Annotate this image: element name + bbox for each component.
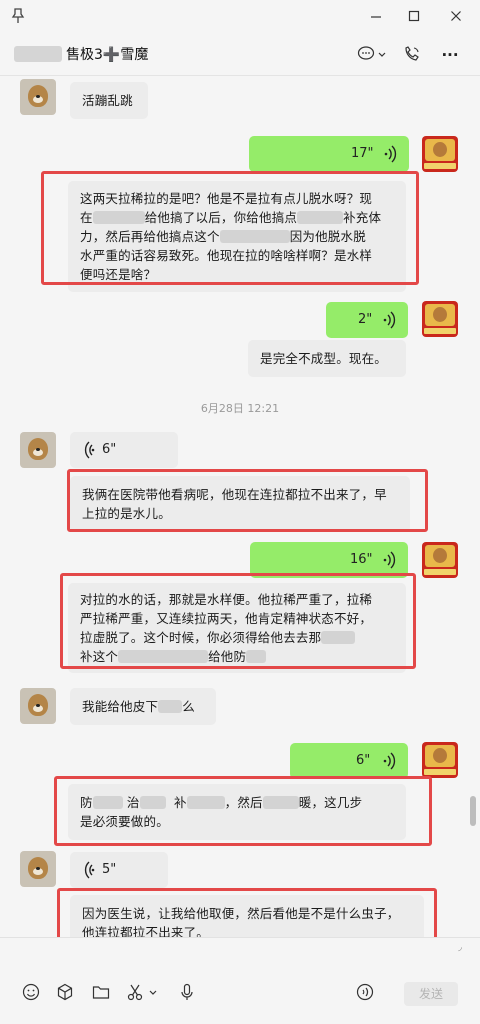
text-part: 暖，这几步: [298, 795, 363, 810]
voice-duration: 17": [351, 146, 374, 161]
message-bubble[interactable]: 防 治 补 ，然后 暖，这几步 是必须要做的。: [68, 784, 406, 840]
blurred-contact-name: [14, 46, 62, 62]
blurred-text: [158, 700, 183, 713]
text-line: 水严重的话容易致死。他现在拉的啥啥样啊？是水样: [80, 248, 373, 263]
voice-message[interactable]: 16": [250, 542, 408, 578]
send-button[interactable]: 发送: [404, 982, 458, 1006]
timestamp: 6月28日 12:21: [200, 402, 280, 415]
blurred-text: [139, 796, 166, 809]
text-line: 力，然后再给他搞点这个: [80, 229, 220, 244]
blurred-text: [92, 796, 123, 809]
message-text: 对拉的水的话，那就是水样便。他拉稀严重了，拉稀 严拉稀严重，又连续拉两天，他肯定…: [68, 583, 406, 673]
text-line: 拉虚脱了。这个时候，你必须得给他去去那: [80, 630, 322, 645]
blurred-text: [118, 650, 209, 663]
chat-header: 售极3➕雪魔 ···: [0, 34, 480, 76]
text-line: 这两天拉稀拉的是吧？他是不是拉有点儿脱水呀？现: [80, 191, 373, 206]
message-text: 我俩在医院带他看病呢，他现在连拉都拉不出来了，早上拉的是水儿。: [82, 487, 387, 521]
voice-wave-icon: [383, 136, 397, 187]
message-text: 是完全不成型。现在。: [260, 351, 388, 366]
pin-icon[interactable]: [8, 8, 28, 28]
text-part: 么: [182, 699, 195, 714]
my-avatar[interactable]: [422, 136, 458, 172]
contact-avatar[interactable]: [20, 432, 56, 468]
message-text: 这两天拉稀拉的是吧？他是不是拉有点儿脱水呀？现 在 给他搞了以后，你给他搞点 补充体…: [68, 181, 406, 292]
scrollbar-thumb[interactable]: [470, 796, 476, 826]
chevron-down-icon[interactable]: [146, 983, 160, 1006]
text-line: 给他防: [208, 649, 247, 664]
text-part: 是必须要做的。: [80, 814, 169, 829]
voice-message[interactable]: 6": [70, 432, 178, 468]
screenshot-scissors-icon[interactable]: [124, 983, 146, 1006]
maximize-icon[interactable]: [404, 8, 424, 28]
blurred-text: [246, 650, 267, 663]
message-bubble[interactable]: 这两天拉稀拉的是吧？他是不是拉有点儿脱水呀？现 在 给他搞了以后，你给他搞点 补充体…: [68, 181, 406, 292]
text-line: 严拉稀严重，又连续拉两天，他肯定精神状态不好，: [80, 611, 373, 626]
voice-message[interactable]: 17": [249, 136, 409, 172]
message-bubble[interactable]: 因为医生说，让我给他取便，然后看他是不是什么虫子，他连拉都拉不出来了。: [70, 895, 424, 937]
text-part: 防: [80, 795, 93, 810]
message-bubble[interactable]: 我能给他皮下 么: [70, 688, 216, 725]
my-avatar[interactable]: [422, 742, 458, 778]
phone-call-icon[interactable]: [402, 46, 422, 66]
emoji-icon[interactable]: [20, 983, 42, 1006]
message-text: 防 治 补 ，然后 暖，这几步 是必须要做的。: [68, 784, 406, 840]
message-bubble[interactable]: 对拉的水的话，那就是水样便。他拉稀严重了，拉稀 严拉稀严重，又连续拉两天，他肯定…: [68, 583, 406, 673]
blurred-text: [321, 631, 356, 644]
voice-duration: 2": [358, 312, 373, 327]
voice-message[interactable]: 6": [290, 743, 408, 779]
sticker-icon[interactable]: [54, 983, 76, 1006]
blurred-text: [219, 230, 290, 243]
voice-duration: 6": [102, 442, 117, 457]
text-part: 治: [126, 795, 140, 810]
chat-title: 售极3➕雪魔: [66, 47, 149, 63]
message-text: 我能给他皮下 么: [70, 688, 216, 725]
voice-call-icon[interactable]: [354, 983, 376, 1006]
folder-icon[interactable]: [90, 983, 112, 1006]
text-part: ，然后: [224, 795, 263, 810]
message-input-area[interactable]: ◞ 发送: [0, 937, 480, 1024]
voice-duration: 6": [356, 753, 371, 768]
message-text: 因为医生说，让我给他取便，然后看他是不是什么虫子，他连拉都拉不出来了。: [82, 906, 400, 937]
more-options-icon[interactable]: ···: [438, 46, 462, 64]
voice-duration: 16": [350, 552, 373, 567]
contact-avatar[interactable]: [20, 688, 56, 724]
close-icon[interactable]: [446, 8, 466, 28]
chevron-down-icon[interactable]: [376, 46, 388, 69]
chat-bubble-icon[interactable]: [356, 46, 376, 66]
minimize-icon[interactable]: [366, 8, 386, 28]
message-bubble[interactable]: 我俩在医院带他看病呢，他现在连拉都拉不出来了，早上拉的是水儿。: [70, 476, 410, 532]
resize-handle-icon[interactable]: ◞: [458, 942, 462, 953]
my-avatar[interactable]: [422, 542, 458, 578]
voice-message[interactable]: 5": [70, 852, 168, 888]
message-list[interactable]: 活蹦乱跳 17" 这两天拉稀拉的是吧？他是不是拉有点儿脱水呀？现 在 给他搞了以后…: [0, 76, 480, 937]
contact-avatar[interactable]: [20, 851, 56, 887]
text-line: 补充体: [343, 210, 382, 225]
blurred-text: [186, 796, 225, 809]
text-part: 我能给他皮下: [82, 699, 159, 714]
blurred-text: [262, 796, 299, 809]
text-line: 给他搞了以后，你给他搞点: [144, 210, 298, 225]
text-part: 补: [173, 795, 187, 810]
text-line: 对拉的水的话，那就是水样便。他拉稀严重了，拉稀: [80, 592, 373, 607]
voice-message[interactable]: 2": [326, 302, 408, 338]
message-text: 活蹦乱跳: [82, 93, 133, 108]
microphone-icon[interactable]: [176, 983, 198, 1006]
message-bubble[interactable]: 活蹦乱跳: [70, 82, 148, 119]
window-title-bar: [0, 0, 480, 34]
text-line: 在: [80, 210, 93, 225]
text-line: 补这个: [80, 649, 119, 664]
text-line: 便吗还是啥？: [80, 267, 157, 282]
blurred-text: [92, 211, 145, 224]
blurred-text: [297, 211, 344, 224]
message-bubble[interactable]: 是完全不成型。现在。: [248, 340, 406, 377]
voice-duration: 5": [102, 862, 117, 877]
my-avatar[interactable]: [422, 301, 458, 337]
contact-avatar[interactable]: [20, 79, 56, 115]
text-line: 因为他脱水脱: [289, 229, 366, 244]
